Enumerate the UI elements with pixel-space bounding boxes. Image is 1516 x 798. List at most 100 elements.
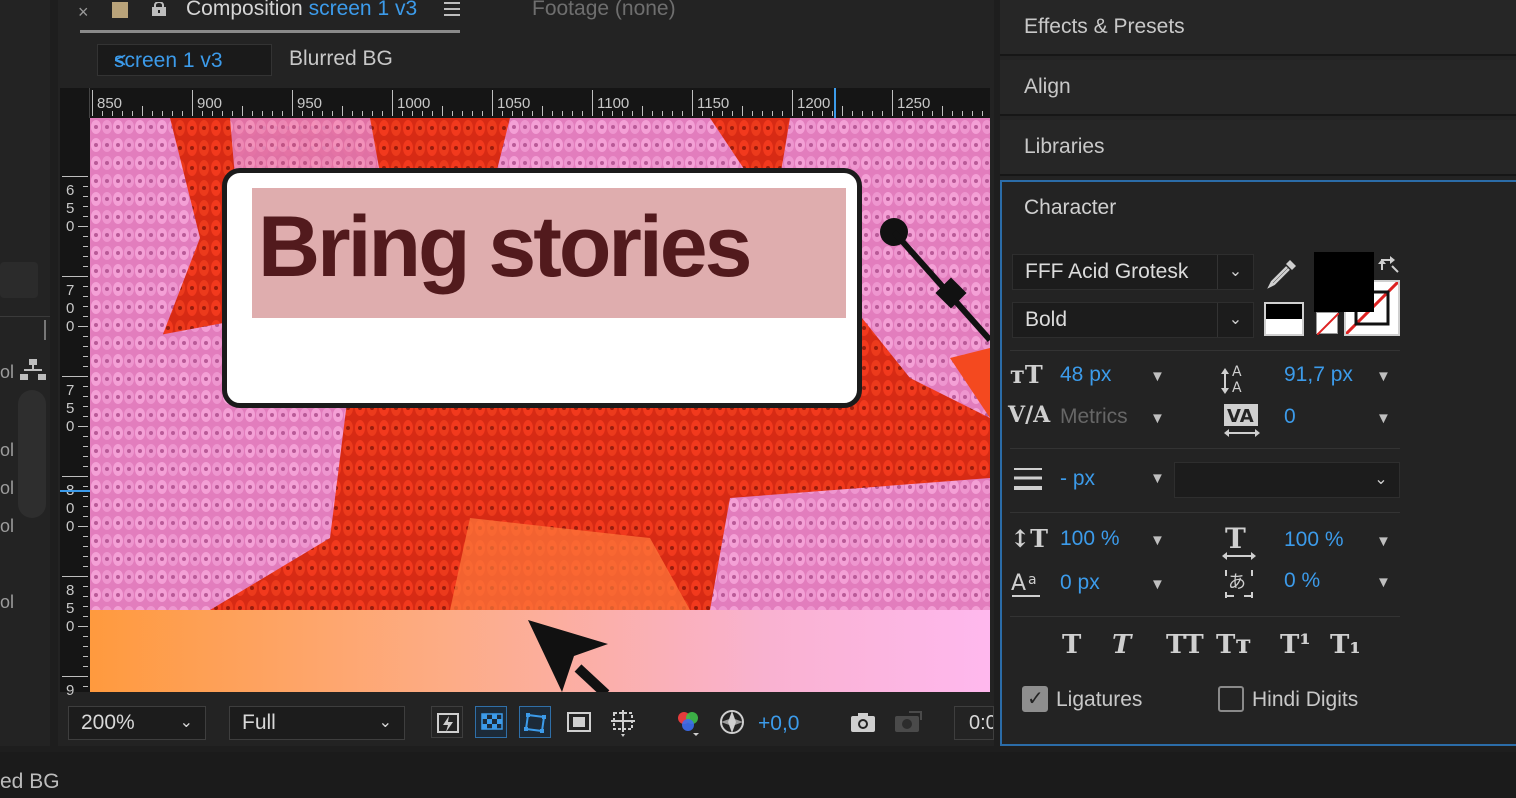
hindi-digits-checkbox[interactable] <box>1218 686 1244 712</box>
ruler-left[interactable]: 6507007508008509 <box>60 118 90 699</box>
lock-icon[interactable] <box>151 2 167 16</box>
ruler-minor-tick <box>83 616 88 617</box>
ruler-major-tick <box>92 90 93 116</box>
font-size-value[interactable]: 48 px <box>1060 363 1111 387</box>
ruler-major-tick <box>292 90 293 116</box>
zoom-value: 200% <box>81 711 135 734</box>
breadcrumb-item[interactable]: Blurred BG <box>289 47 393 71</box>
ruler-label-digit: 0 <box>66 318 75 335</box>
layer-label: ol <box>0 362 15 382</box>
align-panel-header[interactable]: Align <box>1000 60 1516 116</box>
ligatures-checkbox[interactable] <box>1022 686 1048 712</box>
fast-previews-icon[interactable] <box>431 706 463 738</box>
tsume-dropdown-icon[interactable]: ▼ <box>1376 574 1391 591</box>
chevron-down-icon: ⌄ <box>1374 471 1388 488</box>
ruler-minor-tick <box>912 111 913 116</box>
breadcrumb-chevron-icon: < <box>114 49 127 72</box>
ruler-minor-tick <box>802 111 803 116</box>
eyedropper-icon[interactable] <box>1266 256 1300 290</box>
kerning-value[interactable]: Metrics <box>1060 405 1128 429</box>
tracking-value[interactable]: 0 <box>1284 405 1296 429</box>
ruler-minor-tick <box>112 111 113 116</box>
footage-tab[interactable]: Footage (none) <box>532 0 676 21</box>
vertical-scale-dropdown-icon[interactable]: ▼ <box>1150 532 1165 549</box>
horizontal-scale-value[interactable]: 100 % <box>1284 528 1344 552</box>
character-panel-title[interactable]: Character <box>1024 196 1116 220</box>
effects-presets-panel-header[interactable]: Effects & Presets <box>1000 0 1516 56</box>
stroke-width-value[interactable]: - px <box>1060 467 1095 491</box>
scrollbar[interactable] <box>18 390 46 518</box>
headline-text[interactable]: Bring stories <box>258 198 752 297</box>
timecode-display[interactable]: 0:0 <box>954 706 994 740</box>
show-snapshot-icon[interactable] <box>891 706 923 738</box>
ruler-major-tick <box>592 90 593 116</box>
ruler-top[interactable]: 850 900 950 1000 1050 1100 1150 1200 1250 <box>60 88 990 118</box>
ruler-minor-tick <box>142 106 143 116</box>
color-channels-icon[interactable] <box>672 706 704 738</box>
resolution-dropdown[interactable]: Full ⌄ <box>229 706 405 740</box>
ruler-label: 1200 <box>797 95 831 112</box>
small-caps-button[interactable]: Tт <box>1216 630 1251 660</box>
ruler-minor-tick <box>512 111 513 116</box>
panel-menu-icon[interactable] <box>443 0 461 18</box>
tsume-value[interactable]: 0 % <box>1284 569 1320 593</box>
swap-colors-icon[interactable] <box>1376 254 1400 278</box>
ruler-minor-tick <box>83 496 88 497</box>
subscript-button[interactable]: T₁ <box>1330 630 1361 660</box>
ruler-minor-tick <box>532 111 533 116</box>
stroke-width-dropdown-icon[interactable]: ▼ <box>1150 470 1165 487</box>
libraries-panel-header[interactable]: Libraries <box>1000 120 1516 176</box>
fill-color-swatch[interactable] <box>1314 252 1374 312</box>
breadcrumb-active[interactable]: screen 1 v3 < <box>97 44 272 76</box>
region-of-interest-icon[interactable] <box>563 706 595 738</box>
ruler-label-digit: 0 <box>66 518 75 535</box>
baseline-shift-value[interactable]: 0 px <box>1060 571 1100 595</box>
no-color-swatch[interactable] <box>1316 312 1340 336</box>
grid-guides-icon[interactable] <box>607 706 639 738</box>
font-size-dropdown-icon[interactable]: ▼ <box>1150 368 1165 385</box>
kerning-dropdown-icon[interactable]: ▼ <box>1150 410 1165 427</box>
close-tab-icon[interactable]: × <box>78 2 89 23</box>
cursor-arrow-graphic <box>528 620 610 692</box>
ruler-major-tick <box>192 90 193 116</box>
mask-path-visibility-icon[interactable] <box>519 706 551 738</box>
transparency-grid-icon[interactable] <box>475 706 507 738</box>
ruler-label: 900 <box>197 95 223 112</box>
ruler-minor-tick <box>772 111 773 116</box>
black-white-swatch[interactable] <box>1264 302 1304 336</box>
font-family-dropdown[interactable]: FFF Acid Grotesk ⌄ <box>1012 254 1254 290</box>
stroke-mode-dropdown[interactable]: ⌄ <box>1174 462 1400 498</box>
tracking-dropdown-icon[interactable]: ▼ <box>1376 410 1391 427</box>
left-panel-field[interactable] <box>0 262 38 298</box>
ruler-minor-tick <box>83 296 88 297</box>
faux-bold-button[interactable]: T <box>1062 630 1081 660</box>
ruler-minor-tick <box>872 111 873 116</box>
baseline-shift-dropdown-icon[interactable]: ▼ <box>1150 576 1165 593</box>
breadcrumb-active-label: screen 1 v3 <box>114 49 223 72</box>
snapshot-camera-icon[interactable] <box>847 706 879 738</box>
ruler-minor-tick <box>832 111 833 116</box>
horizontal-scale-dropdown-icon[interactable]: ▼ <box>1376 533 1391 550</box>
exposure-reset-icon[interactable] <box>716 706 748 738</box>
composition-tab-title[interactable]: Composition screen 1 v3 <box>186 0 417 21</box>
layer-label: ol <box>0 516 15 536</box>
superscript-button[interactable]: T¹ <box>1280 630 1311 660</box>
ruler-minor-tick <box>812 111 813 116</box>
leading-value[interactable]: 91,7 px <box>1284 363 1353 387</box>
hierarchy-icon[interactable] <box>20 358 46 382</box>
vertical-scale-value[interactable]: 100 % <box>1060 527 1120 551</box>
faux-italic-button[interactable]: T <box>1112 630 1131 660</box>
leading-dropdown-icon[interactable]: ▼ <box>1376 368 1391 385</box>
ruler-minor-tick <box>83 236 88 237</box>
leading-icon: AA <box>1221 364 1242 396</box>
exposure-value[interactable]: +0,0 <box>758 712 799 736</box>
ruler-minor-tick <box>83 436 88 437</box>
all-caps-button[interactable]: TT <box>1166 630 1204 660</box>
ruler-major-tick <box>892 90 893 116</box>
font-style-dropdown[interactable]: Bold ⌄ <box>1012 302 1254 338</box>
ruler-minor-tick <box>942 106 943 116</box>
zoom-dropdown[interactable]: 200% ⌄ <box>68 706 206 740</box>
ruler-minor-tick <box>83 406 88 407</box>
ruler-minor-tick <box>83 656 88 657</box>
ruler-minor-tick <box>362 111 363 116</box>
